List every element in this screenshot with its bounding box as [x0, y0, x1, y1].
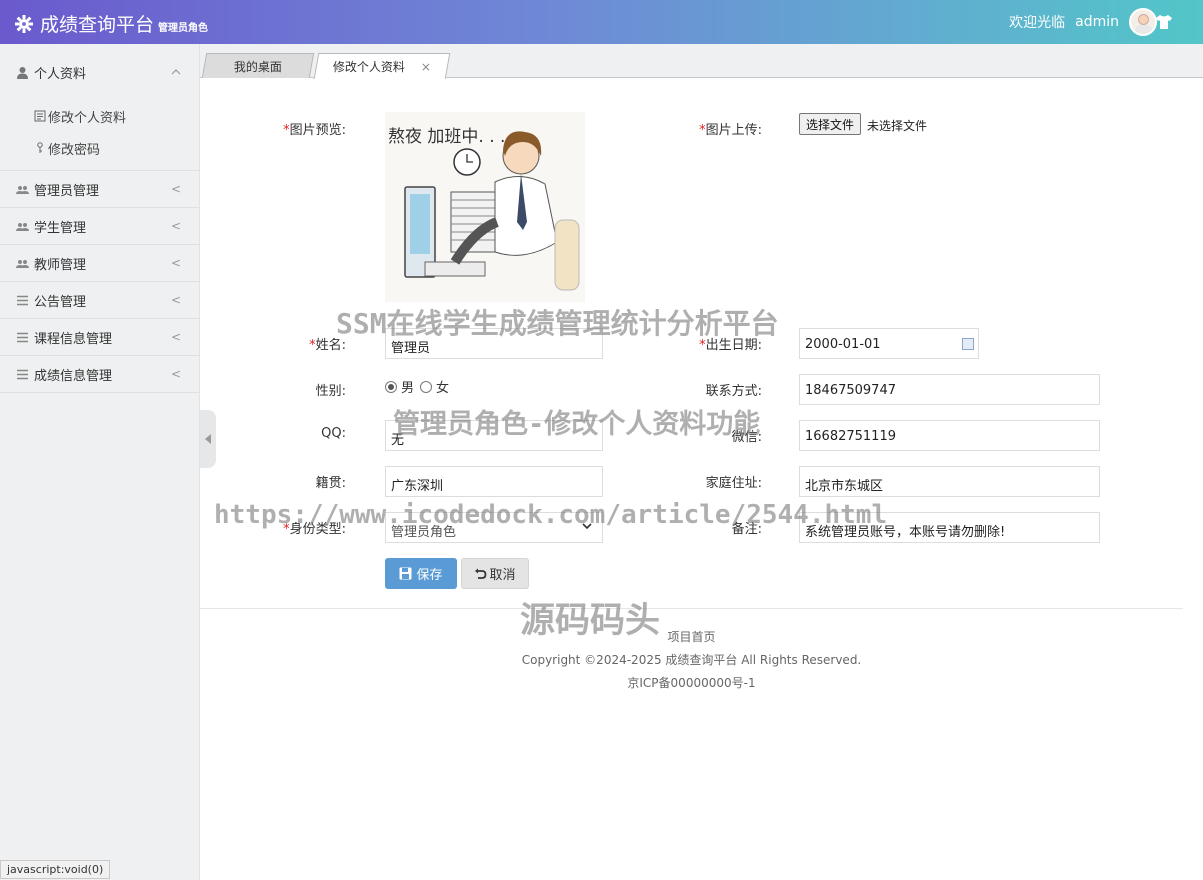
footer-icp[interactable]: 京ICP备00000000号-1 — [200, 674, 1183, 691]
sidebar-group-label: 成绩信息管理 — [34, 368, 113, 384]
tab-label: 我的桌面 — [233, 59, 282, 74]
chevron-up-icon — [171, 69, 181, 75]
sidebar-group-label: 教师管理 — [34, 257, 87, 273]
sidebar-item-label: 修改密码 — [48, 142, 101, 158]
tab-desktop[interactable]: 我的桌面 — [201, 53, 315, 78]
avatar-preview-image: 熬夜 加班中. . . — [385, 112, 585, 302]
watermark-subtitle: 管理员角色-修改个人资料功能 — [393, 409, 761, 440]
sidebar-group-label: 个人资料 — [34, 66, 87, 82]
sidebar-group-admin[interactable]: 管理员管理 < — [0, 171, 199, 208]
wechat-input[interactable]: 16682751119 — [799, 420, 1100, 451]
gear-icon — [15, 15, 33, 33]
name-label: *姓名: — [309, 338, 346, 353]
list-icon — [17, 369, 28, 379]
gender-radio-male[interactable]: 男 — [385, 377, 414, 396]
sidebar-item-edit-profile[interactable]: 修改个人资料 — [0, 100, 199, 132]
save-label: 保存 — [416, 568, 443, 583]
address-label: 家庭住址: — [705, 476, 762, 491]
hometown-label: 籍贯: — [315, 476, 346, 491]
phone-label: 联系方式: — [705, 384, 762, 399]
birth-date-input[interactable]: 2000-01-01 — [799, 328, 979, 359]
phone-input[interactable]: 18467509747 — [799, 374, 1100, 405]
sidebar-group-label: 公告管理 — [34, 294, 87, 310]
main-content: *图片预览: 熬夜 加班中. . . *图片上传: 选择文件 未选择文件 *姓名… — [200, 78, 1203, 880]
cancel-label: 取消 — [489, 568, 516, 583]
user-icon — [17, 66, 28, 79]
save-icon — [399, 567, 412, 580]
user-area: 欢迎光临 admin — [1009, 0, 1169, 44]
watermark-brand: 源码码头 — [520, 601, 661, 641]
users-icon — [16, 222, 29, 231]
edit-icon — [34, 110, 46, 122]
username[interactable]: admin — [1075, 14, 1119, 30]
tab-bar: 我的桌面 修改个人资料 × — [200, 44, 1203, 79]
sidebar: 个人资料 修改个人资料 修改密码 管理员管理 < 学生管理 < 教师管理 < 公… — [0, 44, 200, 880]
watermark-url: https://www.icodedock.com/article/2544.h… — [214, 500, 888, 530]
chevron-left-icon: < — [170, 330, 181, 344]
key-icon — [37, 142, 43, 153]
sidebar-submenu-profile: 修改个人资料 修改密码 — [0, 100, 199, 171]
chevron-left-icon: < — [170, 182, 181, 196]
upload-label: *图片上传: — [699, 123, 762, 138]
hometown-input[interactable]: 广东深圳 — [385, 466, 603, 497]
file-status: 未选择文件 — [867, 119, 928, 133]
tab-edit-profile[interactable]: 修改个人资料 × — [313, 53, 451, 79]
users-icon — [16, 259, 29, 268]
brand[interactable]: 成绩查询平台 管理员角色 — [14, 10, 208, 37]
chevron-left-icon: < — [170, 219, 181, 233]
qq-label: QQ: — [321, 426, 346, 441]
app-title: 成绩查询平台 — [40, 14, 155, 36]
users-icon — [16, 185, 29, 194]
sidebar-group-label: 学生管理 — [34, 220, 87, 236]
radio-label: 男 — [401, 381, 415, 396]
chevron-left-icon: < — [170, 293, 181, 307]
sidebar-group-profile[interactable]: 个人资料 — [0, 44, 199, 100]
tab-label: 修改个人资料 — [332, 60, 405, 74]
role-label: 管理员角色 — [158, 23, 209, 34]
close-icon[interactable]: × — [421, 60, 431, 74]
birth-date-value: 2000-01-01 — [805, 337, 881, 352]
list-icon — [17, 332, 28, 342]
sidebar-item-label: 修改个人资料 — [48, 110, 127, 126]
radio-label: 女 — [436, 381, 450, 396]
footer-copyright: Copyright ©2024-2025 成绩查询平台 All Rights R… — [521, 653, 862, 667]
avatar[interactable] — [1129, 8, 1157, 36]
sidebar-group-label: 课程信息管理 — [34, 331, 113, 347]
radio-icon — [420, 380, 432, 393]
watermark-title: SSM在线学生成绩管理统计分析平台 — [336, 307, 779, 340]
chevron-left-icon: < — [170, 367, 181, 381]
gender-radio-female[interactable]: 女 — [420, 377, 449, 396]
sidebar-group-notice[interactable]: 公告管理 < — [0, 282, 199, 319]
preview-label: *图片预览: — [283, 123, 346, 138]
gender-label: 性别: — [315, 384, 346, 399]
overtime-illustration: 熬夜 加班中. . . — [388, 126, 580, 291]
sidebar-group-student[interactable]: 学生管理 < — [0, 208, 199, 245]
top-header: 成绩查询平台 管理员角色 欢迎光临 admin — [0, 0, 1203, 44]
cancel-button[interactable]: 取消 — [461, 558, 529, 589]
welcome-text: 欢迎光临 — [1009, 15, 1066, 31]
sidebar-item-change-password[interactable]: 修改密码 — [0, 132, 199, 164]
footer-home-link[interactable]: 项目首页 — [200, 628, 1183, 645]
list-icon — [17, 295, 28, 305]
choose-file-button[interactable]: 选择文件 — [799, 113, 862, 135]
svg-text:熬夜 加班中. . .: 熬夜 加班中. . . — [388, 126, 505, 147]
address-input[interactable]: 北京市东城区 — [799, 466, 1100, 497]
chevron-left-icon: < — [170, 256, 181, 270]
footer-divider — [200, 608, 1183, 609]
undo-icon — [475, 568, 487, 579]
save-button[interactable]: 保存 — [385, 558, 457, 589]
sidebar-group-grade[interactable]: 成绩信息管理 < — [0, 356, 199, 393]
sidebar-group-teacher[interactable]: 教师管理 < — [0, 245, 199, 282]
tshirt-icon[interactable] — [1155, 13, 1173, 31]
browser-status-bar: javascript:void(0) — [0, 860, 111, 879]
calendar-icon[interactable] — [962, 338, 974, 350]
radio-icon — [385, 380, 397, 393]
sidebar-group-label: 管理员管理 — [34, 183, 100, 199]
sidebar-group-course[interactable]: 课程信息管理 < — [0, 319, 199, 356]
